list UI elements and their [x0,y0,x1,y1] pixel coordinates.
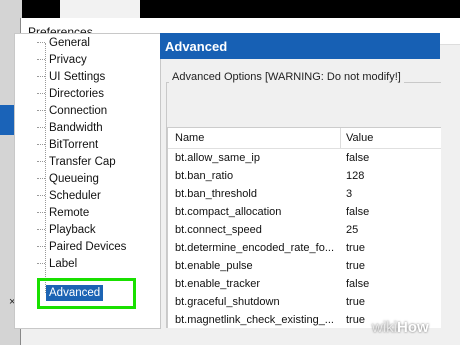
tree-item-general[interactable]: General [37,35,90,52]
cell-name: bt.ban_ratio [175,170,234,182]
tree-item-connection[interactable]: Connection [37,103,107,120]
column-header-value[interactable]: Value [346,132,373,144]
cell-value: true [346,296,365,308]
table-row[interactable]: bt.ban_ratio 128 [168,168,441,185]
cell-name: bt.connect_speed [175,224,262,236]
tree-item-remote[interactable]: Remote [37,205,89,222]
tree-item-playback[interactable]: Playback [37,222,96,239]
tree-item-label[interactable]: Label [37,256,77,273]
tree-item-scheduler[interactable]: Scheduler [37,188,101,205]
highlight-box: Advanced [37,278,136,309]
panel-title: Advanced [165,39,228,54]
cell-name: bt.allow_same_ip [175,152,260,164]
tree-item-advanced[interactable]: Advanced [46,285,104,301]
tree-item-bandwidth[interactable]: Bandwidth [37,120,103,137]
cell-name: bt.enable_pulse [175,260,253,272]
background-window-fragment [60,0,140,18]
cell-name: bt.compact_allocation [175,206,282,218]
cell-name: bt.determine_encoded_rate_fo... [175,242,335,254]
table-row[interactable]: bt.compact_allocation false [168,204,441,221]
cell-value: 3 [346,188,353,200]
tree-item-queueing[interactable]: Queueing [37,171,99,188]
column-header-name[interactable]: Name [175,132,204,144]
tree-item-directories[interactable]: Directories [37,86,104,103]
watermark-suffix: How [397,319,429,336]
table-row[interactable]: bt.ban_threshold 3 [168,186,441,203]
column-separator[interactable] [340,128,341,148]
advanced-options-table[interactable]: Name Value bt.allow_same_ip false bt.ban_… [167,127,441,328]
cell-name: bt.enable_tracker [175,278,260,290]
cell-value: false [346,278,370,290]
tree-item-transfer-cap[interactable]: Transfer Cap [37,154,116,171]
table-row[interactable]: bt.allow_same_ip false [168,150,441,167]
watermark-prefix: wiki [372,319,397,336]
tree-item-paired-devices[interactable]: Paired Devices [37,239,126,256]
cell-value: 25 [346,224,359,236]
tree-item-ui-settings[interactable]: UI Settings [37,69,105,86]
group-label: Advanced Options [WARNING: Do not modify… [169,71,404,83]
table-row[interactable]: bt.enable_tracker false [168,276,441,293]
cell-value: true [346,314,365,326]
cell-name: bt.graceful_shutdown [175,296,280,308]
panel-header: Advanced [160,33,440,59]
wikihow-watermark: wikiHow [372,319,429,341]
cell-value: true [346,242,365,254]
table-row[interactable]: bt.enable_pulse true [168,258,441,275]
cell-value: true [346,260,365,272]
cell-value: 128 [346,170,365,182]
preferences-tree[interactable]: General Privacy UI Settings Directories … [14,33,161,329]
table-header: Name Value [168,128,441,149]
table-row[interactable]: bt.determine_encoded_rate_fo... true [168,240,441,257]
table-row[interactable]: bt.graceful_shutdown true [168,294,441,311]
cell-name: bt.ban_threshold [175,188,257,200]
table-row[interactable]: bt.connect_speed 25 [168,222,441,239]
cell-value: false [346,206,370,218]
tree-item-privacy[interactable]: Privacy [37,52,87,69]
cell-name: bt.magnetlink_check_existing_... [175,314,334,326]
tree-item-bittorrent[interactable]: BitTorrent [37,137,98,154]
cell-value: false [346,152,370,164]
